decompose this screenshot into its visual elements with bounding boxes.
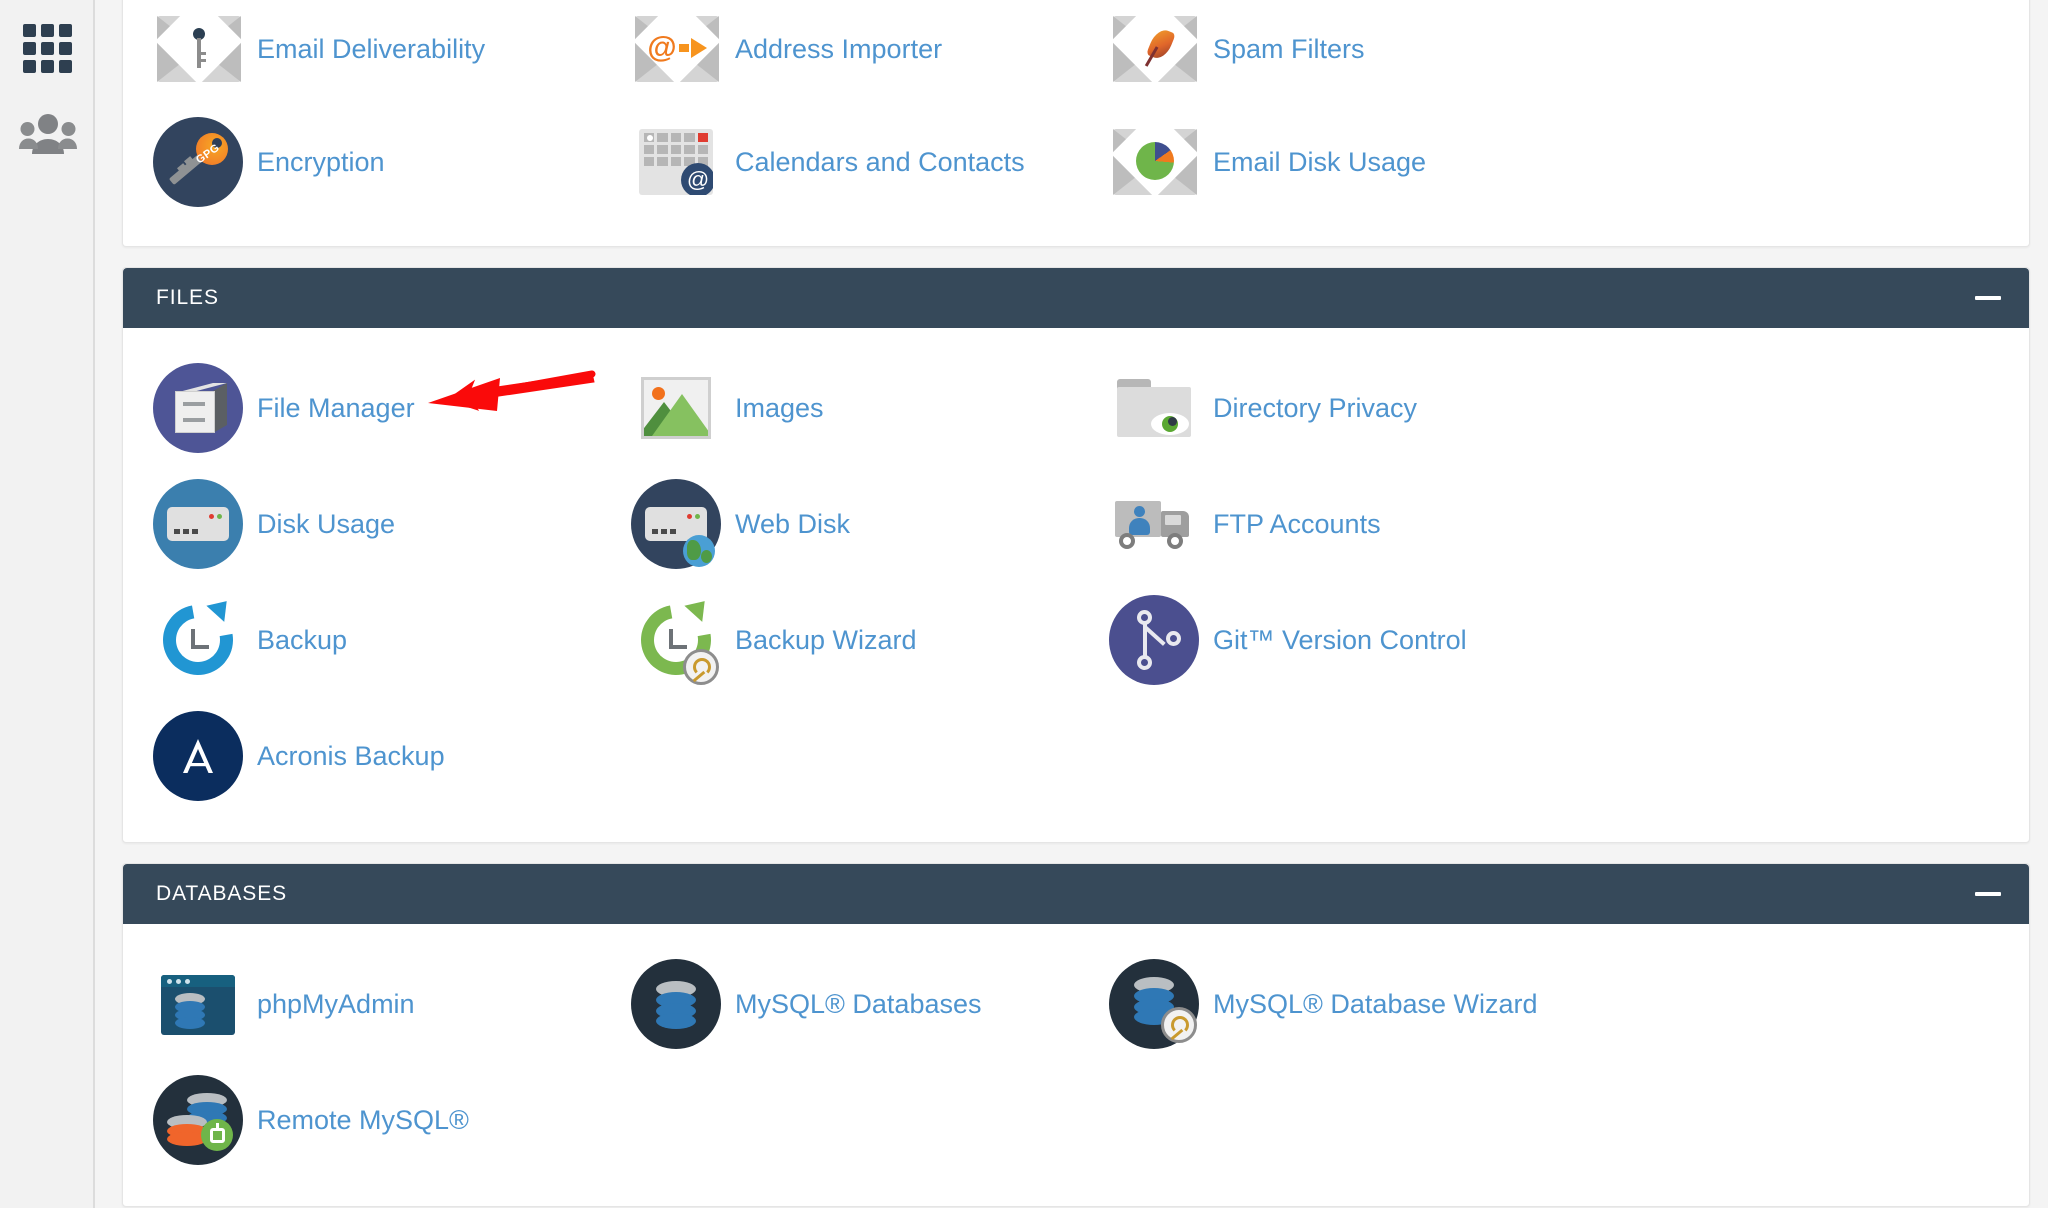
tile-label[interactable]: Encryption — [257, 147, 385, 178]
file-cabinet-icon — [153, 363, 243, 453]
tile-label[interactable]: File Manager — [257, 393, 415, 424]
tile-label[interactable]: MySQL® Database Wizard — [1213, 989, 1538, 1020]
section-body-databases: phpMyAdmin MySQL® Databases MySQL® Datab… — [123, 924, 2029, 1206]
tile-label[interactable]: Address Importer — [735, 34, 942, 65]
picture-frame-icon — [631, 363, 721, 453]
tile-label[interactable]: Spam Filters — [1213, 34, 1365, 65]
tile-backup[interactable]: Backup — [123, 582, 601, 698]
tile-acronis-backup[interactable]: Acronis Backup — [123, 698, 601, 814]
tile-row: phpMyAdmin MySQL® Databases MySQL® Datab… — [123, 946, 2029, 1062]
remote-mysql-icon — [153, 1075, 243, 1165]
cpanel-page: Email Deliverability @ Address Importer — [0, 0, 2048, 1208]
server-globe-icon — [631, 479, 721, 569]
section-panel-databases: DATABASES phpMyAdmin MySQL® Databases My… — [122, 863, 2030, 1207]
section-panel-files: FILES File Manager Images Directory Priv… — [122, 267, 2030, 843]
tile-row: GPG Encryption @ Calendars and Contacts … — [123, 104, 2029, 220]
tile-label[interactable]: MySQL® Databases — [735, 989, 982, 1020]
envelope-key-icon — [153, 0, 243, 94]
tile-label[interactable]: Web Disk — [735, 509, 850, 540]
envelope-feather-icon — [1109, 0, 1199, 94]
tile-label[interactable]: Email Disk Usage — [1213, 147, 1426, 178]
tile-mysql-databases[interactable]: MySQL® Databases — [601, 946, 1079, 1062]
tile-label[interactable]: Calendars and Contacts — [735, 147, 1025, 178]
section-panel-email: Email Deliverability @ Address Importer — [122, 0, 2030, 247]
wizard-badge — [1161, 1007, 1197, 1043]
tile-backup-wizard[interactable]: Backup Wizard — [601, 582, 1079, 698]
collapse-minus-icon[interactable] — [1975, 296, 2001, 300]
tile-file-manager[interactable]: File Manager — [123, 350, 601, 466]
tile-label[interactable]: FTP Accounts — [1213, 509, 1381, 540]
grid-icon — [23, 23, 72, 73]
tile-label[interactable]: Images — [735, 393, 824, 424]
tile-email-deliverability[interactable]: Email Deliverability — [123, 0, 601, 104]
tile-label[interactable]: Disk Usage — [257, 509, 395, 540]
tile-label[interactable]: Backup — [257, 625, 347, 656]
server-pie-icon — [153, 479, 243, 569]
tile-images[interactable]: Images — [601, 350, 1079, 466]
tile-row: Disk Usage Web Disk FTP Accounts — [123, 466, 2029, 582]
git-branch-icon — [1109, 595, 1199, 685]
tile-email-disk-usage[interactable]: Email Disk Usage — [1079, 104, 1557, 220]
section-header-databases[interactable]: DATABASES — [123, 864, 2029, 924]
tile-mysql-database-wizard[interactable]: MySQL® Database Wizard — [1079, 946, 1557, 1062]
globe-badge — [683, 535, 715, 567]
truck-person-icon — [1109, 479, 1199, 569]
tile-label[interactable]: Email Deliverability — [257, 34, 485, 65]
collapse-minus-icon[interactable] — [1975, 892, 2001, 896]
tile-disk-usage[interactable]: Disk Usage — [123, 466, 601, 582]
section-title: DATABASES — [156, 882, 288, 905]
section-header-files[interactable]: FILES — [123, 268, 2029, 328]
envelope-at-arrow-icon: @ — [631, 0, 721, 94]
acronis-a-glyph — [183, 739, 213, 773]
tile-remote-mysql[interactable]: Remote MySQL® — [123, 1062, 601, 1178]
section-title: FILES — [156, 286, 219, 309]
tile-row: Backup Backup Wizard Git™ Version Contro… — [123, 582, 2029, 698]
tile-label[interactable]: phpMyAdmin — [257, 989, 415, 1020]
tile-row: Email Deliverability @ Address Importer — [123, 0, 2029, 104]
backup-arrow-icon — [149, 591, 247, 689]
tile-row: File Manager Images Directory Privacy — [123, 350, 2029, 466]
wizard-badge — [683, 649, 719, 685]
tile-label[interactable]: Remote MySQL® — [257, 1105, 469, 1136]
calendar-at-icon: @ — [631, 117, 721, 207]
sidebar-item-apps[interactable] — [0, 0, 95, 96]
tile-phpmyadmin[interactable]: phpMyAdmin — [123, 946, 601, 1062]
phpmyadmin-icon — [153, 959, 243, 1049]
folder-eye-icon — [1109, 363, 1199, 453]
tile-git-version-control[interactable]: Git™ Version Control — [1079, 582, 1557, 698]
main-content: Email Deliverability @ Address Importer — [95, 0, 2048, 1208]
tile-label[interactable]: Directory Privacy — [1213, 393, 1417, 424]
tile-label[interactable]: Git™ Version Control — [1213, 625, 1467, 656]
tile-ftp-accounts[interactable]: FTP Accounts — [1079, 466, 1557, 582]
tile-address-importer[interactable]: @ Address Importer — [601, 0, 1079, 104]
backup-wizard-icon — [627, 591, 725, 689]
acronis-a-icon — [153, 711, 243, 801]
tile-directory-privacy[interactable]: Directory Privacy — [1079, 350, 1557, 466]
tile-row: Acronis Backup — [123, 698, 2029, 814]
envelope-pie-icon — [1109, 110, 1199, 207]
sidebar — [0, 0, 95, 1208]
section-body-files: File Manager Images Directory Privacy Di… — [123, 328, 2029, 842]
users-icon — [18, 113, 77, 160]
tile-label[interactable]: Acronis Backup — [257, 741, 445, 772]
tile-calendars-contacts[interactable]: @ Calendars and Contacts — [601, 104, 1079, 220]
tile-encryption[interactable]: GPG Encryption — [123, 104, 601, 220]
tile-row: Remote MySQL® — [123, 1062, 2029, 1178]
tile-label[interactable]: Backup Wizard — [735, 625, 917, 656]
sidebar-item-users[interactable] — [0, 96, 95, 176]
mysql-wizard-icon — [1109, 959, 1199, 1049]
tile-spam-filters[interactable]: Spam Filters — [1079, 0, 1557, 104]
mysql-db-icon — [631, 959, 721, 1049]
gpg-key-icon: GPG — [153, 117, 243, 207]
tile-web-disk[interactable]: Web Disk — [601, 466, 1079, 582]
